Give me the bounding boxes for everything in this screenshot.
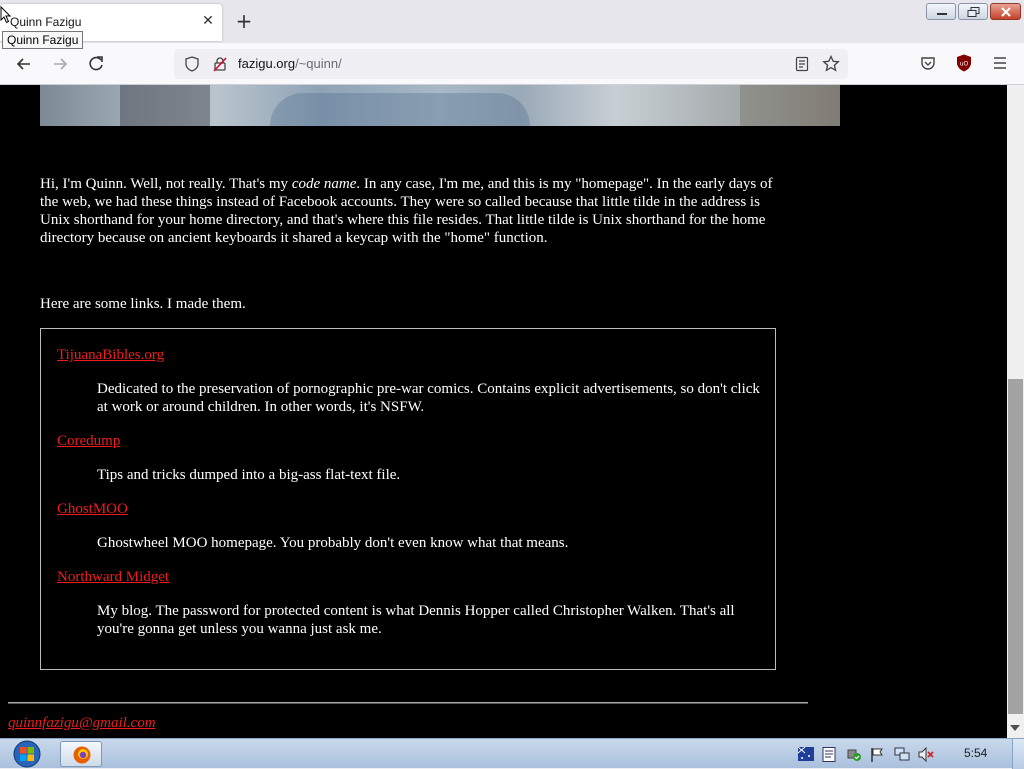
hamburger-menu-icon[interactable] bbox=[992, 55, 1008, 71]
tab-close-icon[interactable]: ✕ bbox=[200, 13, 216, 29]
link-coredump[interactable]: Coredump bbox=[57, 432, 120, 450]
restore-button[interactable] bbox=[958, 3, 988, 20]
address-bar[interactable]: fazigu.org/~quinn/ bbox=[174, 49, 848, 79]
tab-tooltip: Quinn Fazigu bbox=[2, 31, 84, 49]
svg-text:uO: uO bbox=[960, 61, 969, 68]
mouse-cursor-icon bbox=[0, 6, 12, 24]
horizontal-rule bbox=[8, 702, 808, 704]
pocket-icon[interactable] bbox=[920, 55, 936, 71]
safely-remove-hardware-icon[interactable] bbox=[846, 747, 862, 762]
close-window-button[interactable] bbox=[990, 3, 1021, 20]
link-description: Dedicated to the preservation of pornogr… bbox=[97, 381, 760, 415]
photo-region bbox=[270, 93, 530, 126]
new-tab-button[interactable]: + bbox=[234, 11, 254, 31]
shield-icon[interactable] bbox=[184, 56, 200, 72]
link-northward-midget[interactable]: Northward Midget bbox=[57, 568, 169, 586]
url-text: fazigu.org/~quinn/ bbox=[238, 56, 342, 71]
volume-muted-icon[interactable] bbox=[918, 747, 934, 762]
url-path: /~quinn/ bbox=[295, 56, 342, 71]
links-intro: Here are some links. I made them. bbox=[40, 296, 246, 312]
start-button[interactable] bbox=[8, 740, 46, 768]
language-flag-icon[interactable] bbox=[798, 747, 814, 761]
link-ghostmoo[interactable]: GhostMOO bbox=[57, 500, 128, 518]
email-link[interactable]: quinnfazigu@gmail.com bbox=[8, 714, 156, 732]
firefox-taskbar-button[interactable] bbox=[60, 741, 102, 767]
link-description: Tips and tricks dumped into a big-ass fl… bbox=[97, 467, 401, 483]
link-description: My blog. The password for protected cont… bbox=[97, 603, 735, 637]
reader-view-icon[interactable] bbox=[794, 56, 810, 72]
minimize-button[interactable] bbox=[926, 3, 956, 20]
network-icon[interactable] bbox=[894, 747, 910, 762]
firefox-icon bbox=[73, 746, 91, 764]
restore-icon bbox=[967, 7, 980, 17]
photo-region bbox=[120, 85, 210, 126]
scrollbar-thumb[interactable] bbox=[1008, 379, 1023, 714]
keyboard-layout-icon[interactable] bbox=[822, 747, 836, 762]
ublock-origin-icon[interactable]: uO bbox=[956, 54, 972, 72]
photo-region bbox=[740, 85, 840, 126]
show-desktop-button[interactable] bbox=[1012, 739, 1024, 769]
scroll-down-arrow-icon[interactable] bbox=[1010, 725, 1020, 731]
minimize-icon bbox=[937, 13, 947, 15]
action-center-flag-icon[interactable] bbox=[870, 747, 884, 762]
navigation-bar: fazigu.org/~quinn/ uO bbox=[0, 43, 1024, 85]
vertical-scrollbar[interactable] bbox=[1007, 85, 1024, 738]
back-arrow-icon[interactable] bbox=[13, 53, 35, 75]
intro-paragraph: Hi, I'm Quinn. Well, not really. That's … bbox=[40, 175, 780, 247]
reload-icon[interactable] bbox=[85, 53, 107, 75]
intro-text-start: Hi, I'm Quinn. Well, not really. That's … bbox=[40, 176, 292, 192]
close-icon bbox=[1001, 7, 1011, 17]
taskbar: 5:54 bbox=[0, 738, 1024, 769]
title-bar: Quinn Fazigu ✕ + bbox=[0, 0, 1024, 43]
page-content: Hi, I'm Quinn. Well, not really. That's … bbox=[0, 85, 1007, 738]
links-list: TijuanaBibles.org Dedicated to the prese… bbox=[40, 328, 776, 670]
tab-title: Quinn Fazigu bbox=[10, 15, 82, 29]
bookmark-star-icon[interactable] bbox=[822, 55, 840, 73]
link-tijuanabibles[interactable]: TijuanaBibles.org bbox=[57, 346, 164, 364]
header-photo bbox=[40, 85, 840, 126]
lock-insecure-icon[interactable] bbox=[212, 56, 228, 72]
intro-text-italic: code name bbox=[291, 176, 357, 192]
clock[interactable]: 5:54 bbox=[964, 746, 987, 760]
url-domain: fazigu.org bbox=[238, 56, 296, 71]
link-description: Ghostwheel MOO homepage. You probably do… bbox=[97, 535, 569, 551]
forward-arrow-icon[interactable] bbox=[49, 53, 71, 75]
